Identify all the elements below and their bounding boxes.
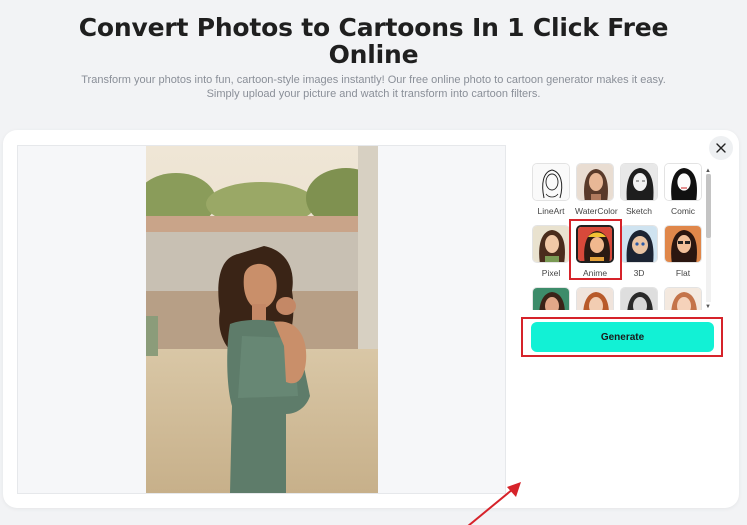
anime-filter-highlight xyxy=(569,219,622,280)
filter-label: Flat xyxy=(675,268,691,278)
filter-scrollbar[interactable]: ▲ ▼ xyxy=(704,168,712,310)
filter-label: LineArt xyxy=(537,206,565,216)
filter-thumb-extra[interactable] xyxy=(619,287,659,310)
filter-flat[interactable]: Flat xyxy=(663,225,703,278)
sketch-thumb xyxy=(620,163,658,201)
filter-label: Sketch xyxy=(626,206,652,216)
filter-pixel[interactable]: Pixel xyxy=(531,225,571,278)
page-subtitle: Transform your photos into fun, cartoon-… xyxy=(81,74,666,100)
scroll-up-icon[interactable]: ▲ xyxy=(705,168,711,174)
pointer-arrow-icon xyxy=(467,482,521,525)
filter-label: 3D xyxy=(633,268,645,278)
filter-thumb-extra[interactable] xyxy=(575,287,615,310)
filter-comic[interactable]: Comic xyxy=(663,163,703,216)
pixel-thumb xyxy=(532,225,570,263)
filter-label: Comic xyxy=(670,206,696,216)
filter-label: WaterColor xyxy=(575,206,618,216)
close-button[interactable] xyxy=(709,136,733,160)
generate-button[interactable]: Generate xyxy=(531,322,714,352)
filter-watercolor[interactable]: WaterColor xyxy=(575,163,618,216)
scroll-down-icon[interactable]: ▼ xyxy=(705,304,711,310)
filter-extra-thumb xyxy=(664,287,702,310)
close-icon xyxy=(716,143,726,153)
filter-label: Pixel xyxy=(541,268,561,278)
comic-thumb xyxy=(664,163,702,201)
hero-section: Convert Photos to Cartoons In 1 Click Fr… xyxy=(0,14,747,101)
filter-sketch[interactable]: Sketch xyxy=(619,163,659,216)
3d-thumb xyxy=(620,225,658,263)
lineart-thumb xyxy=(532,163,570,201)
uploaded-photo xyxy=(146,146,378,493)
page-title: Convert Photos to Cartoons In 1 Click Fr… xyxy=(78,13,669,69)
filter-extra-thumb xyxy=(620,287,658,310)
filter-thumb-extra[interactable] xyxy=(663,287,703,310)
filter-thumb-extra[interactable] xyxy=(531,287,571,310)
scrollbar-thumb[interactable] xyxy=(706,174,711,238)
filter-lineart[interactable]: LineArt xyxy=(531,163,571,216)
filter-3d[interactable]: 3D xyxy=(619,225,659,278)
watercolor-thumb xyxy=(576,163,614,201)
filter-extra-thumb xyxy=(532,287,570,310)
flat-thumb xyxy=(664,225,702,263)
editor-card: LineArt WaterColor Sketch Comic Pixel An… xyxy=(3,130,739,525)
image-preview-area xyxy=(17,145,506,494)
filter-extra-thumb xyxy=(576,287,614,310)
